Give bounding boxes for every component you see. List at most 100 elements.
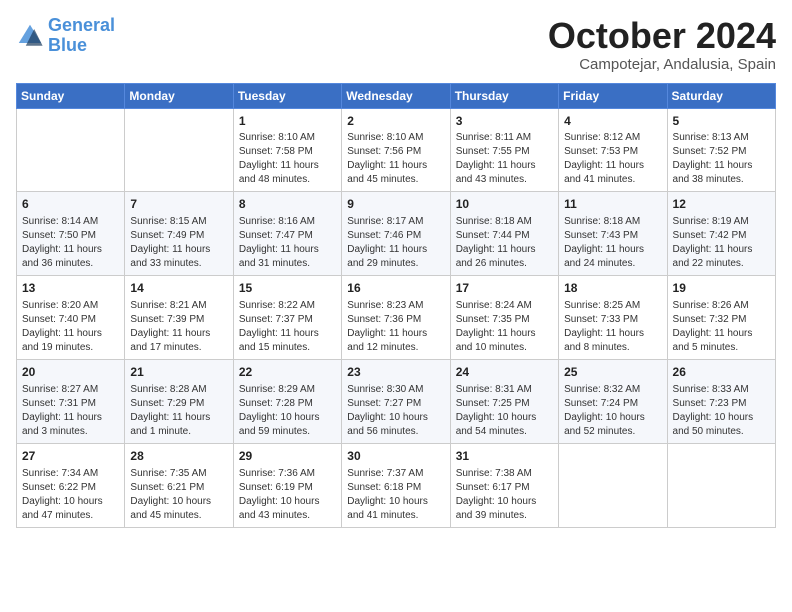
weekday-header-sunday: Sunday bbox=[17, 83, 125, 108]
weekday-header-thursday: Thursday bbox=[450, 83, 558, 108]
logo: General Blue bbox=[16, 16, 115, 56]
day-info: Sunrise: 8:22 AM Sunset: 7:37 PM Dayligh… bbox=[239, 299, 336, 355]
calendar-cell: 27 Sunrise: 7:34 AM Sunset: 6:22 PM Dayli… bbox=[17, 443, 125, 527]
day-info: Sunrise: 8:21 AM Sunset: 7:39 PM Dayligh… bbox=[130, 299, 227, 355]
day-number: 1 bbox=[239, 113, 336, 130]
month-title: October 2024 bbox=[548, 16, 776, 56]
day-info: Sunrise: 8:26 AM Sunset: 7:32 PM Dayligh… bbox=[673, 299, 770, 355]
calendar-cell: 18 Sunrise: 8:25 AM Sunset: 7:33 PM Dayli… bbox=[559, 276, 667, 360]
day-info: Sunrise: 7:35 AM Sunset: 6:21 PM Dayligh… bbox=[130, 467, 227, 523]
day-info: Sunrise: 8:30 AM Sunset: 7:27 PM Dayligh… bbox=[347, 383, 444, 439]
week-row-3: 13 Sunrise: 8:20 AM Sunset: 7:40 PM Dayli… bbox=[17, 276, 776, 360]
weekday-header-friday: Friday bbox=[559, 83, 667, 108]
day-number: 25 bbox=[564, 364, 661, 381]
calendar-cell: 26 Sunrise: 8:33 AM Sunset: 7:23 PM Dayli… bbox=[667, 359, 775, 443]
logo-icon bbox=[16, 22, 44, 50]
calendar-cell: 12 Sunrise: 8:19 AM Sunset: 7:42 PM Dayli… bbox=[667, 192, 775, 276]
day-info: Sunrise: 8:23 AM Sunset: 7:36 PM Dayligh… bbox=[347, 299, 444, 355]
calendar-cell: 14 Sunrise: 8:21 AM Sunset: 7:39 PM Dayli… bbox=[125, 276, 233, 360]
day-info: Sunrise: 8:25 AM Sunset: 7:33 PM Dayligh… bbox=[564, 299, 661, 355]
day-info: Sunrise: 8:17 AM Sunset: 7:46 PM Dayligh… bbox=[347, 215, 444, 271]
day-number: 31 bbox=[456, 448, 553, 465]
day-info: Sunrise: 8:12 AM Sunset: 7:53 PM Dayligh… bbox=[564, 131, 661, 187]
calendar-cell: 22Sunrise: 8:29 AM Sunset: 7:28 PM Dayli… bbox=[233, 359, 341, 443]
calendar-cell: 31 Sunrise: 7:38 AM Sunset: 6:17 PM Dayli… bbox=[450, 443, 558, 527]
day-number: 18 bbox=[564, 280, 661, 297]
day-info: Sunrise: 8:20 AM Sunset: 7:40 PM Dayligh… bbox=[22, 299, 119, 355]
calendar-cell: 10 Sunrise: 8:18 AM Sunset: 7:44 PM Dayli… bbox=[450, 192, 558, 276]
calendar-cell: 8 Sunrise: 8:16 AM Sunset: 7:47 PM Daylig… bbox=[233, 192, 341, 276]
day-number: 7 bbox=[130, 196, 227, 213]
day-info: Sunrise: 8:19 AM Sunset: 7:42 PM Dayligh… bbox=[673, 215, 770, 271]
day-number: 27 bbox=[22, 448, 119, 465]
week-row-2: 6 Sunrise: 8:14 AM Sunset: 7:50 PM Daylig… bbox=[17, 192, 776, 276]
day-info: Sunrise: 8:18 AM Sunset: 7:43 PM Dayligh… bbox=[564, 215, 661, 271]
day-info: Sunrise: 8:33 AM Sunset: 7:23 PM Dayligh… bbox=[673, 383, 770, 439]
day-number: 6 bbox=[22, 196, 119, 213]
day-number: 8 bbox=[239, 196, 336, 213]
weekday-header-saturday: Saturday bbox=[667, 83, 775, 108]
day-number: 28 bbox=[130, 448, 227, 465]
day-info: Sunrise: 8:14 AM Sunset: 7:50 PM Dayligh… bbox=[22, 215, 119, 271]
calendar-cell: 19 Sunrise: 8:26 AM Sunset: 7:32 PM Dayli… bbox=[667, 276, 775, 360]
calendar-cell: 1Sunrise: 8:10 AM Sunset: 7:58 PM Daylig… bbox=[233, 108, 341, 192]
calendar-cell: 23 Sunrise: 8:30 AM Sunset: 7:27 PM Dayli… bbox=[342, 359, 450, 443]
day-info: Sunrise: 8:24 AM Sunset: 7:35 PM Dayligh… bbox=[456, 299, 553, 355]
day-info: Sunrise: 8:16 AM Sunset: 7:47 PM Dayligh… bbox=[239, 215, 336, 271]
day-number: 15 bbox=[239, 280, 336, 297]
day-info: Sunrise: 7:34 AM Sunset: 6:22 PM Dayligh… bbox=[22, 467, 119, 523]
calendar-cell: 17 Sunrise: 8:24 AM Sunset: 7:35 PM Dayli… bbox=[450, 276, 558, 360]
calendar-cell: 5Sunrise: 8:13 AM Sunset: 7:52 PM Daylig… bbox=[667, 108, 775, 192]
calendar-cell bbox=[559, 443, 667, 527]
calendar-cell bbox=[667, 443, 775, 527]
day-number: 21 bbox=[130, 364, 227, 381]
day-info: Sunrise: 8:18 AM Sunset: 7:44 PM Dayligh… bbox=[456, 215, 553, 271]
weekday-header-row: SundayMondayTuesdayWednesdayThursdayFrid… bbox=[17, 83, 776, 108]
weekday-header-monday: Monday bbox=[125, 83, 233, 108]
day-info: Sunrise: 8:11 AM Sunset: 7:55 PM Dayligh… bbox=[456, 131, 553, 187]
day-number: 3 bbox=[456, 113, 553, 130]
day-number: 12 bbox=[673, 196, 770, 213]
day-number: 11 bbox=[564, 196, 661, 213]
calendar-cell: 2Sunrise: 8:10 AM Sunset: 7:56 PM Daylig… bbox=[342, 108, 450, 192]
day-info: Sunrise: 7:38 AM Sunset: 6:17 PM Dayligh… bbox=[456, 467, 553, 523]
day-number: 14 bbox=[130, 280, 227, 297]
day-info: Sunrise: 8:10 AM Sunset: 7:58 PM Dayligh… bbox=[239, 131, 336, 187]
day-number: 10 bbox=[456, 196, 553, 213]
day-number: 5 bbox=[673, 113, 770, 130]
day-number: 2 bbox=[347, 113, 444, 130]
day-info: Sunrise: 8:13 AM Sunset: 7:52 PM Dayligh… bbox=[673, 131, 770, 187]
day-info: Sunrise: 8:10 AM Sunset: 7:56 PM Dayligh… bbox=[347, 131, 444, 187]
calendar-cell: 13 Sunrise: 8:20 AM Sunset: 7:40 PM Dayli… bbox=[17, 276, 125, 360]
week-row-4: 20 Sunrise: 8:27 AM Sunset: 7:31 PM Dayli… bbox=[17, 359, 776, 443]
day-number: 24 bbox=[456, 364, 553, 381]
title-block: October 2024 Campotejar, Andalusia, Spai… bbox=[548, 16, 776, 73]
day-number: 4 bbox=[564, 113, 661, 130]
calendar-cell: 7 Sunrise: 8:15 AM Sunset: 7:49 PM Daylig… bbox=[125, 192, 233, 276]
day-info: Sunrise: 7:37 AM Sunset: 6:18 PM Dayligh… bbox=[347, 467, 444, 523]
day-number: 23 bbox=[347, 364, 444, 381]
calendar-cell bbox=[17, 108, 125, 192]
day-info: Sunrise: 8:27 AM Sunset: 7:31 PM Dayligh… bbox=[22, 383, 119, 439]
day-number: 26 bbox=[673, 364, 770, 381]
day-number: 30 bbox=[347, 448, 444, 465]
day-number: 19 bbox=[673, 280, 770, 297]
calendar-cell: 20 Sunrise: 8:27 AM Sunset: 7:31 PM Dayli… bbox=[17, 359, 125, 443]
calendar-cell: 9Sunrise: 8:17 AM Sunset: 7:46 PM Daylig… bbox=[342, 192, 450, 276]
day-info: Sunrise: 8:15 AM Sunset: 7:49 PM Dayligh… bbox=[130, 215, 227, 271]
calendar-cell: 3Sunrise: 8:11 AM Sunset: 7:55 PM Daylig… bbox=[450, 108, 558, 192]
day-number: 17 bbox=[456, 280, 553, 297]
calendar-cell: 16Sunrise: 8:23 AM Sunset: 7:36 PM Dayli… bbox=[342, 276, 450, 360]
calendar-cell: 30 Sunrise: 7:37 AM Sunset: 6:18 PM Dayli… bbox=[342, 443, 450, 527]
day-info: Sunrise: 8:28 AM Sunset: 7:29 PM Dayligh… bbox=[130, 383, 227, 439]
week-row-5: 27 Sunrise: 7:34 AM Sunset: 6:22 PM Dayli… bbox=[17, 443, 776, 527]
calendar-cell: 4Sunrise: 8:12 AM Sunset: 7:53 PM Daylig… bbox=[559, 108, 667, 192]
day-number: 20 bbox=[22, 364, 119, 381]
day-number: 13 bbox=[22, 280, 119, 297]
day-info: Sunrise: 7:36 AM Sunset: 6:19 PM Dayligh… bbox=[239, 467, 336, 523]
weekday-header-tuesday: Tuesday bbox=[233, 83, 341, 108]
calendar-cell: 11 Sunrise: 8:18 AM Sunset: 7:43 PM Dayli… bbox=[559, 192, 667, 276]
logo-text: General Blue bbox=[48, 16, 115, 56]
day-info: Sunrise: 8:31 AM Sunset: 7:25 PM Dayligh… bbox=[456, 383, 553, 439]
calendar-cell: 21 Sunrise: 8:28 AM Sunset: 7:29 PM Dayli… bbox=[125, 359, 233, 443]
